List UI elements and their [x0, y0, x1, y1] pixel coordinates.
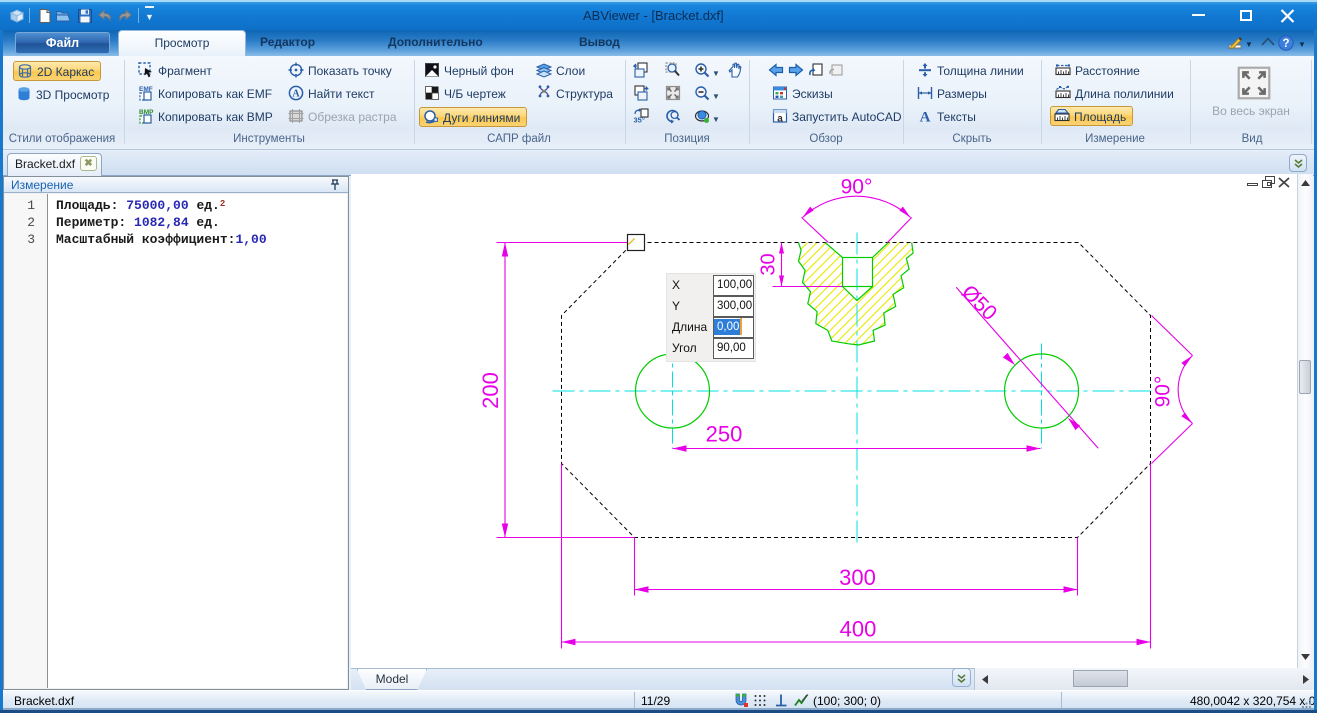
- svg-text:?: ?: [1282, 38, 1289, 50]
- svg-text:a: a: [777, 114, 783, 125]
- svg-text:35°: 35°: [634, 116, 645, 125]
- svg-text:90°: 90°: [841, 176, 873, 199]
- svg-text:A: A: [292, 89, 300, 100]
- svg-text:Ø50: Ø50: [957, 281, 1001, 325]
- svg-text:30: 30: [758, 253, 780, 275]
- svg-text:A: A: [920, 110, 931, 125]
- svg-text:300: 300: [839, 565, 876, 590]
- svg-text:90°: 90°: [1152, 376, 1175, 408]
- svg-text:400: 400: [840, 617, 877, 642]
- svg-text:250: 250: [706, 422, 743, 447]
- svg-text:200: 200: [478, 372, 503, 409]
